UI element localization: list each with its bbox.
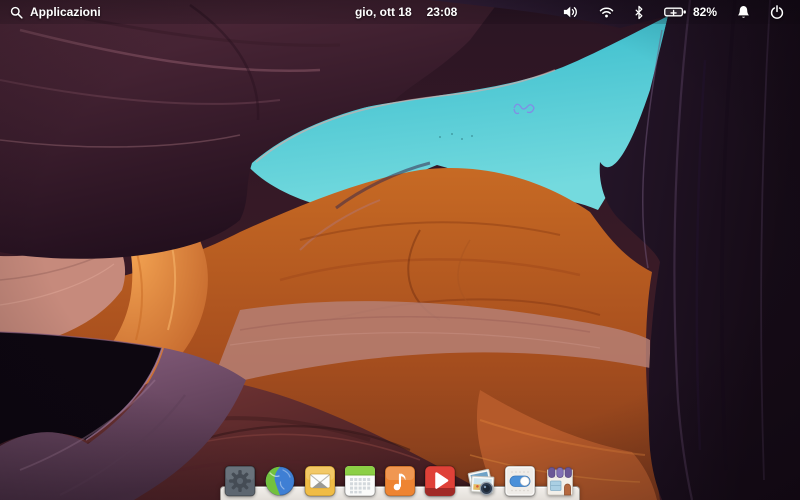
wallpaper-antelope-canyon [0, 0, 800, 500]
photos-icon [464, 465, 496, 497]
notifications-indicator[interactable] [727, 0, 760, 24]
dock-item-music[interactable] [384, 465, 416, 497]
toggle-switch-icon [504, 465, 536, 497]
dock-item-settings-gear[interactable] [224, 465, 256, 497]
session-indicator[interactable] [760, 0, 794, 24]
videos-play-icon [424, 465, 456, 497]
bluetooth-indicator[interactable] [624, 0, 654, 24]
battery-indicator[interactable]: 82% [654, 0, 727, 24]
dock [220, 463, 580, 500]
calendar-icon [344, 465, 376, 497]
search-icon [10, 6, 23, 19]
desktop: Applicazioni gio, ott 18 23:08 [0, 0, 800, 500]
wifi-icon [599, 6, 614, 18]
dock-item-photos[interactable] [464, 465, 496, 497]
top-panel: Applicazioni gio, ott 18 23:08 [0, 0, 800, 24]
dock-icons [220, 465, 580, 497]
applications-label: Applicazioni [30, 5, 101, 19]
dock-item-web-browser[interactable] [264, 465, 296, 497]
system-indicators: 82% [553, 0, 794, 24]
dock-item-system-settings[interactable] [504, 465, 536, 497]
dock-item-calendar[interactable] [344, 465, 376, 497]
battery-charging-icon [664, 6, 687, 18]
network-indicator[interactable] [589, 0, 624, 24]
bell-icon [737, 5, 750, 19]
applications-menu[interactable]: Applicazioni [6, 0, 105, 24]
battery-percent: 82% [693, 5, 717, 19]
mail-envelope-icon [304, 465, 336, 497]
sound-indicator[interactable] [553, 0, 589, 24]
clock[interactable]: gio, ott 18 23:08 [355, 0, 457, 24]
music-note-icon [384, 465, 416, 497]
web-browser-globe-icon [264, 465, 296, 497]
dock-item-videos[interactable] [424, 465, 456, 497]
appcenter-storefront-icon [544, 465, 576, 497]
bluetooth-icon [634, 5, 644, 20]
gear-icon [224, 465, 256, 497]
power-icon [770, 5, 784, 19]
dock-item-mail[interactable] [304, 465, 336, 497]
clock-time: 23:08 [427, 5, 458, 19]
speaker-icon [563, 5, 579, 19]
clock-date: gio, ott 18 [355, 5, 412, 19]
dock-item-appcenter[interactable] [544, 465, 576, 497]
